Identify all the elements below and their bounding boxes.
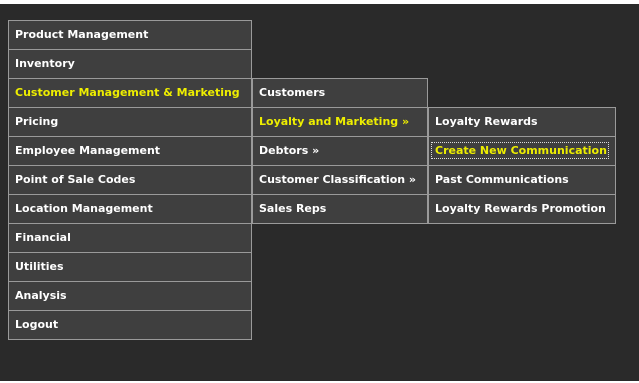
menu-item-product-management[interactable]: Product Management [8, 21, 252, 50]
menu-item-label: Financial [15, 231, 71, 244]
submenu-item-label: Create New Communication [431, 142, 609, 159]
menu-item-inventory[interactable]: Inventory [8, 50, 252, 79]
menu-item-label: Location Management [15, 202, 153, 215]
menu-item-pricing[interactable]: Pricing [8, 108, 252, 137]
submenu-item-label: Sales Reps [259, 202, 327, 215]
submenu-item-label: Loyalty Rewards Promotion [435, 202, 606, 215]
menu-item-point-of-sale-codes[interactable]: Point of Sale Codes [8, 166, 252, 195]
menu-item-logout[interactable]: Logout [8, 311, 252, 340]
submenu-item-create-new-communication[interactable]: Create New Communication [428, 137, 616, 166]
submenu-item-loyalty-rewards-promotion[interactable]: Loyalty Rewards Promotion [428, 195, 616, 224]
submenu-item-sales-reps[interactable]: Sales Reps [252, 195, 428, 224]
submenu-item-label: Debtors » [259, 144, 320, 157]
submenu-item-label: Customers [259, 86, 326, 99]
loyalty-submenu: Loyalty Rewards Create New Communication… [428, 107, 616, 224]
submenu-item-loyalty-and-marketing[interactable]: Loyalty and Marketing » [252, 108, 428, 137]
submenu-item-customers[interactable]: Customers [252, 79, 428, 108]
main-menu: Product Management Inventory Customer Ma… [8, 20, 252, 340]
menu-item-label: Point of Sale Codes [15, 173, 136, 186]
menu-item-label: Product Management [15, 28, 149, 41]
submenu-item-past-communications[interactable]: Past Communications [428, 166, 616, 195]
menu-item-label: Inventory [15, 57, 75, 70]
menu-item-label: Utilities [15, 260, 64, 273]
submenu-item-label: Customer Classification » [259, 173, 417, 186]
app-window: Product Management Inventory Customer Ma… [0, 0, 639, 383]
menu-item-customer-management-marketing[interactable]: Customer Management & Marketing [8, 79, 252, 108]
submenu-item-customer-classification[interactable]: Customer Classification » [252, 166, 428, 195]
menu-item-utilities[interactable]: Utilities [8, 253, 252, 282]
menu-item-location-management[interactable]: Location Management [8, 195, 252, 224]
menu-item-financial[interactable]: Financial [8, 224, 252, 253]
menu-item-employee-management[interactable]: Employee Management [8, 137, 252, 166]
submenu-item-label: Loyalty and Marketing » [259, 115, 410, 128]
customer-submenu: Customers Loyalty and Marketing » Debtor… [252, 78, 428, 224]
menu-item-label: Employee Management [15, 144, 161, 157]
menu-item-label: Analysis [15, 289, 67, 302]
menu-item-label: Logout [15, 318, 59, 331]
menu-item-label: Pricing [15, 115, 59, 128]
submenu-item-label: Loyalty Rewards [435, 115, 538, 128]
submenu-item-loyalty-rewards[interactable]: Loyalty Rewards [428, 108, 616, 137]
submenu-item-label: Past Communications [435, 173, 569, 186]
menu-item-analysis[interactable]: Analysis [8, 282, 252, 311]
menu-item-label: Customer Management & Marketing [15, 86, 240, 99]
submenu-item-debtors[interactable]: Debtors » [252, 137, 428, 166]
